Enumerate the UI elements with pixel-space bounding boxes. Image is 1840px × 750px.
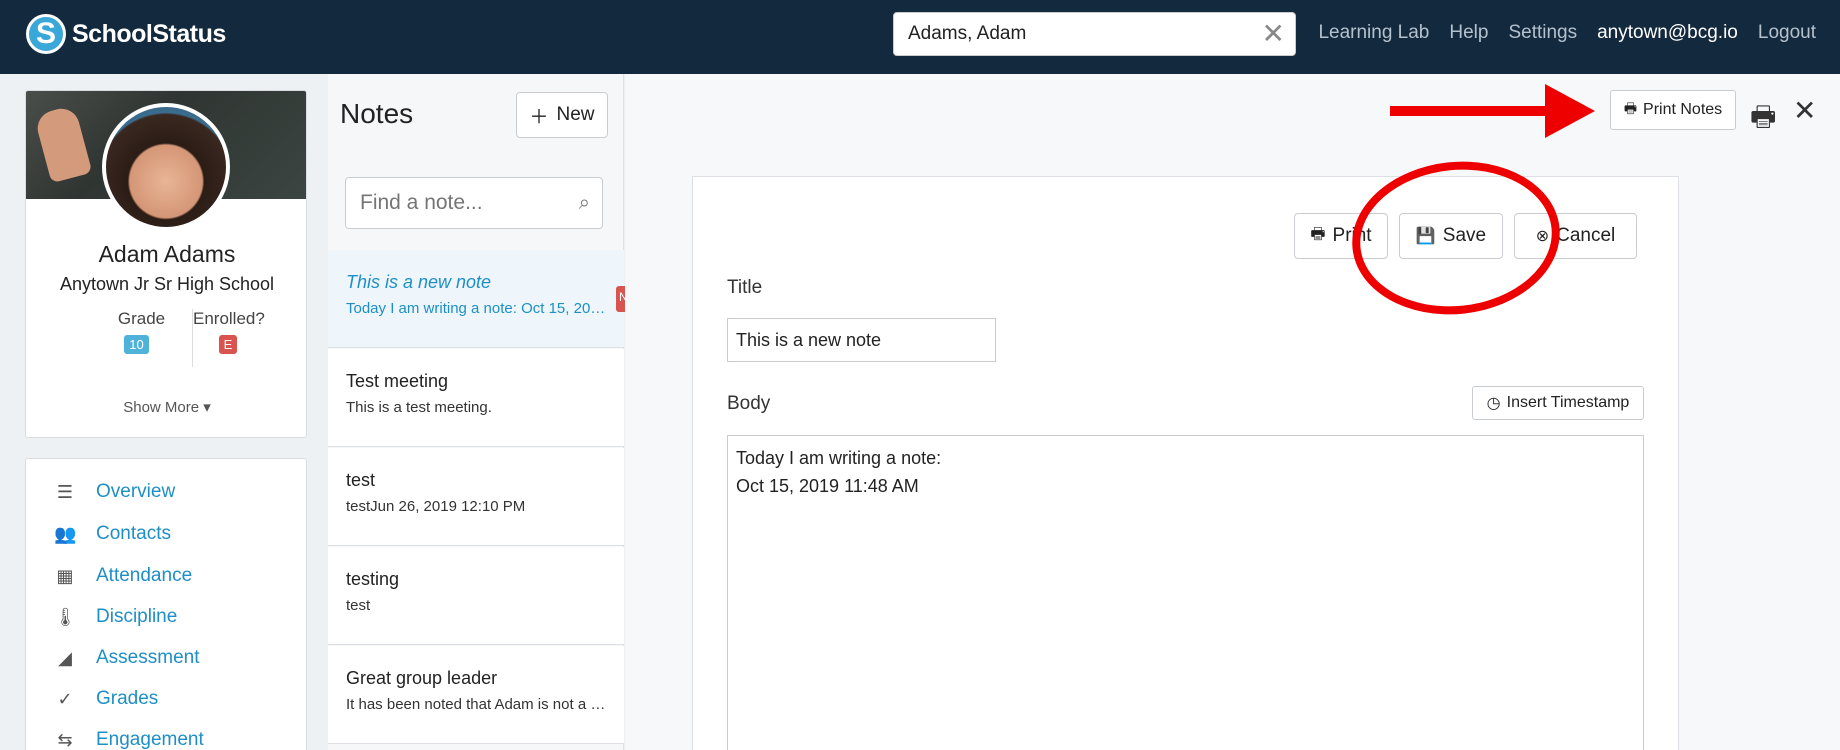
cancel-label: Cancel (1556, 225, 1616, 246)
list-item[interactable]: test testJun 26, 2019 12:10 PM (328, 448, 624, 546)
note-preview: It has been noted that Adam is not a gre… (346, 696, 608, 713)
notes-list-panel: Notes ＋ New ⌕ This is a new note Today I… (328, 74, 630, 750)
avatar (102, 103, 230, 231)
annotation-arrow-head (1545, 84, 1595, 138)
learning-lab-link[interactable]: Learning Lab (1318, 22, 1429, 44)
contacts-icon: 👥 (54, 523, 77, 544)
student-profile-card: Adam Adams Anytown Jr Sr High School Gra… (25, 90, 307, 438)
nav-item-label: Overview (96, 481, 176, 502)
nav-item-grades[interactable]: ✓ Grades (54, 684, 158, 714)
body-label: Body (727, 393, 771, 414)
student-school: Anytown Jr Sr High School (59, 274, 275, 294)
app-logo[interactable]: S SchoolStatus (26, 14, 226, 54)
insert-timestamp-button[interactable]: ◷ Insert Timestamp (1472, 386, 1644, 420)
body-textarea[interactable]: Today I am writing a note: Oct 15, 2019 … (727, 435, 1644, 750)
nav-item-engagement[interactable]: ⇆ Engagement (54, 725, 204, 750)
nav-item-label: Grades (96, 688, 159, 709)
list-item[interactable]: testing test (328, 547, 624, 645)
new-note-button[interactable]: ＋ New (516, 92, 608, 138)
exchange-icon: ⇆ (57, 729, 73, 750)
show-more-toggle[interactable]: Show More ▾ (26, 398, 306, 416)
grade-badge: 10 (124, 335, 149, 354)
nav-item-overview[interactable]: ☰ Overview (54, 477, 175, 507)
check-icon: ✓ (57, 688, 73, 709)
list-item[interactable]: This is a new note Today I am writing a … (328, 250, 630, 348)
note-preview: This is a test meeting. (346, 399, 492, 416)
settings-link[interactable]: Settings (1508, 22, 1577, 44)
printer-small-icon: 🖶 (1623, 100, 1638, 116)
nav-item-label: Contacts (96, 523, 171, 544)
nav-item-contacts[interactable]: 👥 Contacts (54, 519, 171, 549)
student-name: Adam Adams (98, 241, 236, 267)
note-preview: testJun 26, 2019 12:10 PM (346, 498, 526, 515)
enrolled-badge: E (218, 335, 238, 354)
note-title: Test meeting (346, 371, 449, 391)
banner-hand (33, 104, 93, 184)
thermometer-icon: 🌡 (54, 606, 77, 627)
list-item[interactable]: Great group leader It has been noted tha… (328, 646, 624, 744)
nav-item-discipline[interactable]: 🌡 Discipline (54, 602, 177, 632)
note-title: test (346, 470, 376, 490)
user-email-link[interactable]: anytown@bcg.io (1597, 22, 1738, 44)
note-title: Great group leader (346, 668, 498, 688)
grade-stat: Grade 10 (81, 309, 193, 367)
help-link[interactable]: Help (1449, 22, 1488, 44)
app-name: SchoolStatus (72, 19, 226, 48)
student-nav: ☰ Overview 👥 Contacts ▦ Attendance 🌡 Dis… (25, 458, 307, 750)
plus-icon: ＋ (529, 106, 549, 128)
note-preview: Today I am writing a note: Oct 15, 2019 … (346, 300, 608, 317)
calendar-icon: ▦ (56, 565, 74, 586)
nav-item-label: Assessment (96, 647, 200, 668)
note-search-input[interactable] (360, 191, 560, 215)
print-notes-label: Print Notes (1643, 101, 1723, 118)
area-chart-icon: ◢ (58, 647, 72, 668)
close-icon[interactable]: ✕ (1793, 94, 1816, 127)
nav-item-attendance[interactable]: ▦ Attendance (54, 561, 192, 591)
note-title: This is a new note (346, 272, 492, 292)
title-label: Title (727, 277, 763, 298)
nav-item-assessment[interactable]: ◢ Assessment (54, 643, 199, 673)
title-input[interactable] (727, 318, 996, 362)
student-search-input[interactable]: Adams, Adam ✕ (893, 12, 1296, 56)
note-search[interactable]: ⌕ (345, 177, 603, 229)
body-line: Today I am writing a note: (736, 448, 942, 468)
print-notes-button[interactable]: 🖶 Print Notes (1610, 90, 1736, 130)
nav-item-label: Discipline (96, 606, 178, 627)
top-navbar: S SchoolStatus Adams, Adam ✕ Learning La… (0, 0, 1840, 74)
header-links: Learning Lab Help Settings anytown@bcg.i… (1318, 22, 1816, 44)
list-item[interactable]: Test meeting This is a test meeting. (328, 349, 624, 447)
nav-item-label: Engagement (96, 729, 204, 750)
note-title: testing (346, 569, 400, 589)
clear-search-icon[interactable]: ✕ (1262, 20, 1285, 48)
notes-title: Notes (340, 98, 414, 129)
list-icon: ☰ (56, 481, 74, 502)
grade-label: Grade (117, 309, 166, 328)
enrolled-stat: Enrolled? E (193, 309, 265, 354)
insert-timestamp-label: Insert Timestamp (1506, 394, 1630, 411)
body-line: Oct 15, 2019 11:48 AM (736, 476, 919, 496)
nav-item-label: Attendance (96, 565, 193, 586)
enrolled-label: Enrolled? (193, 309, 265, 328)
printer-icon[interactable]: 🖶 (1750, 96, 1776, 144)
logo-icon: S (26, 14, 66, 54)
student-search-value[interactable]: Adams, Adam (908, 23, 1026, 45)
annotation-arrow-shaft (1390, 106, 1550, 116)
logout-link[interactable]: Logout (1758, 22, 1816, 44)
note-preview: test (346, 597, 371, 614)
new-note-label: New (556, 104, 595, 125)
printer-icon: 🖶 (1310, 225, 1326, 243)
clock-icon: ◷ (1486, 395, 1501, 412)
search-icon: ⌕ (578, 192, 590, 214)
